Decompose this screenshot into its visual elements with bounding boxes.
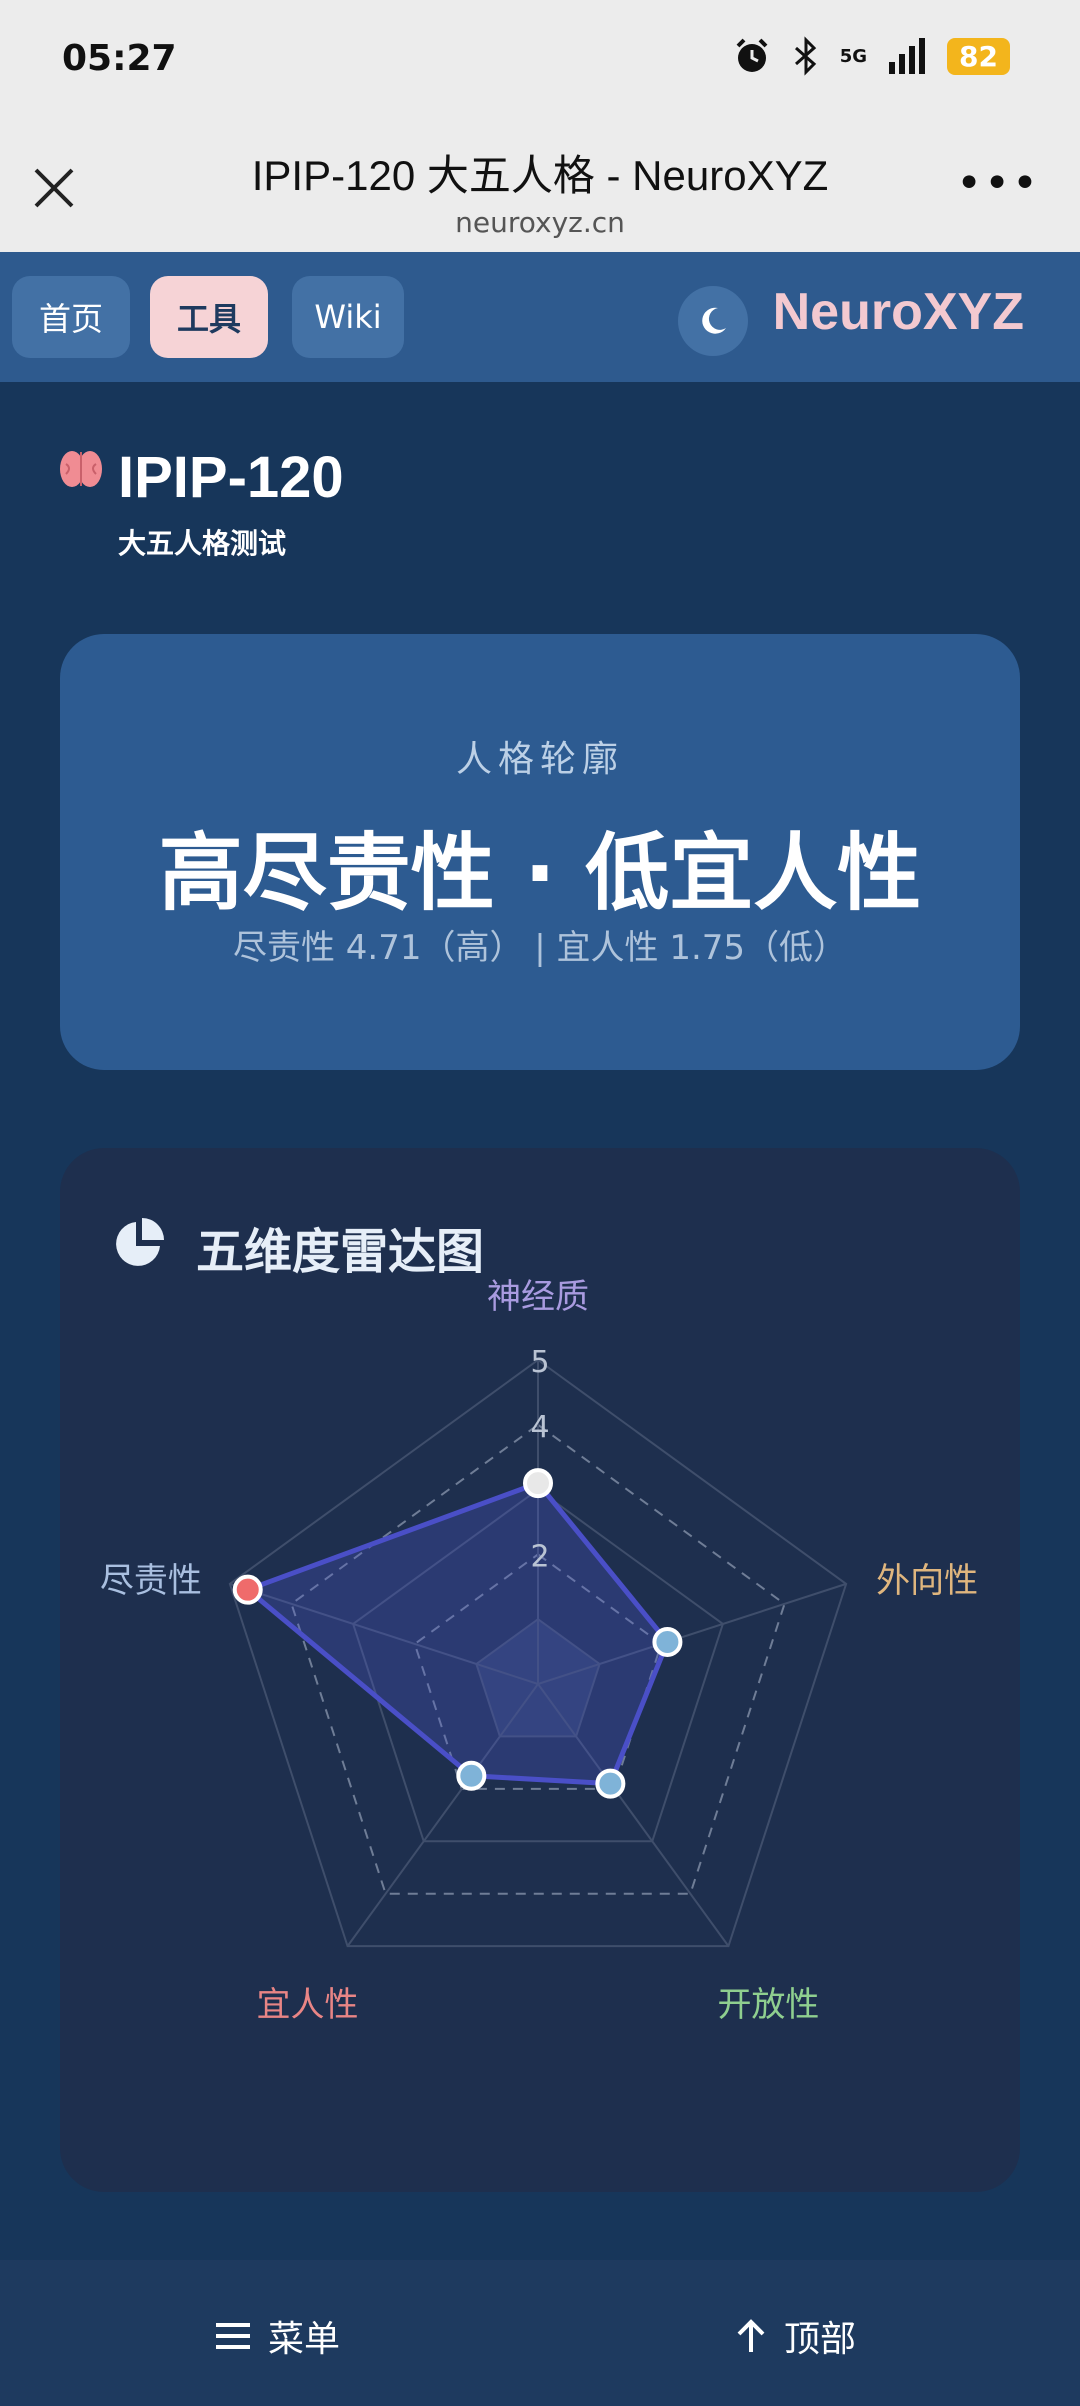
back-to-top-button[interactable]: 顶部 <box>736 2310 856 2362</box>
profile-card: 人格轮廓 高尽责性 · 低宜人性 尽责性 4.71（高） | 宜人性 1.75（… <box>60 634 1020 1070</box>
nav-home-button[interactable]: 首页 <box>12 276 130 358</box>
brain-icon <box>60 451 102 487</box>
battery-indicator: 82 <box>947 37 1010 75</box>
radar-chart: 2 4 5 神经质外向性开放性 宜人性 尽责性 <box>100 1277 978 2025</box>
top-nav: 首页 工具 Wiki NeuroXYZ <box>0 252 1080 382</box>
menu-button[interactable]: 菜单 <box>216 2310 340 2362</box>
radar-data-point <box>652 1626 683 1657</box>
page-title: IPIP-120 大五人格 - NeuroXYZ <box>251 152 829 199</box>
bottom-bar: 菜单 顶部 <box>0 2260 1080 2406</box>
profile-scores: 尽责性 4.71（高） | 宜人性 1.75（低） <box>232 928 848 968</box>
top-label: 顶部 <box>784 2319 857 2360</box>
radar-tick-label: 5 <box>530 1345 549 1380</box>
radar-data-point <box>456 1760 487 1791</box>
test-title: IPIP-120 <box>118 445 344 510</box>
radar-tick-label: 4 <box>530 1410 549 1445</box>
menu-icon <box>216 2323 250 2349</box>
more-menu-icon[interactable]: ••• <box>956 158 1040 209</box>
radar-axis-label: 神经质 <box>487 1277 589 1317</box>
alarm-icon <box>736 38 768 72</box>
network-label: 5G <box>839 45 868 67</box>
moon-icon <box>702 307 726 334</box>
nav-tools-button[interactable]: 工具 <box>150 276 268 358</box>
arrow-up-icon <box>737 2319 765 2352</box>
menu-label: 菜单 <box>268 2319 341 2360</box>
signal-icon <box>889 38 926 74</box>
page-url: neuroxyz.cn <box>455 206 625 239</box>
profile-label: 人格轮廓 <box>455 739 624 780</box>
bluetooth-icon <box>794 36 816 76</box>
theme-toggle-button[interactable] <box>678 286 748 356</box>
status-bar: 05:27 5G 82 <box>0 0 1080 120</box>
profile-summary: 高尽责性 · 低宜人性 <box>158 824 922 922</box>
radar-axis-label: 外向性 <box>876 1561 978 1601</box>
radar-axis-label: 开放性 <box>717 1985 819 2025</box>
radar-data-point <box>523 1468 553 1499</box>
radar-tick-label: 2 <box>530 1539 549 1574</box>
nav-wiki-button[interactable]: Wiki <box>292 276 404 358</box>
test-subtitle: 大五人格测试 <box>118 527 287 560</box>
radar-axis-label: 尽责性 <box>100 1561 202 1601</box>
radar-data-point <box>232 1574 263 1605</box>
radar-card: 五维度雷达图 2 4 5 神经质 外向性 开放性 宜人性 尽责性 <box>60 1148 1020 2192</box>
radar-axis-label: 宜人性 <box>257 1985 359 2025</box>
radar-series-area <box>245 1480 670 1787</box>
radar-data-point <box>595 1768 626 1799</box>
status-icons: 5G 82 <box>732 36 1010 76</box>
status-time: 05:27 <box>62 38 177 79</box>
browser-bar: IPIP-120 大五人格 - NeuroXYZ neuroxyz.cn ••• <box>0 120 1080 252</box>
brand-logo[interactable]: NeuroXYZ <box>773 282 1024 342</box>
